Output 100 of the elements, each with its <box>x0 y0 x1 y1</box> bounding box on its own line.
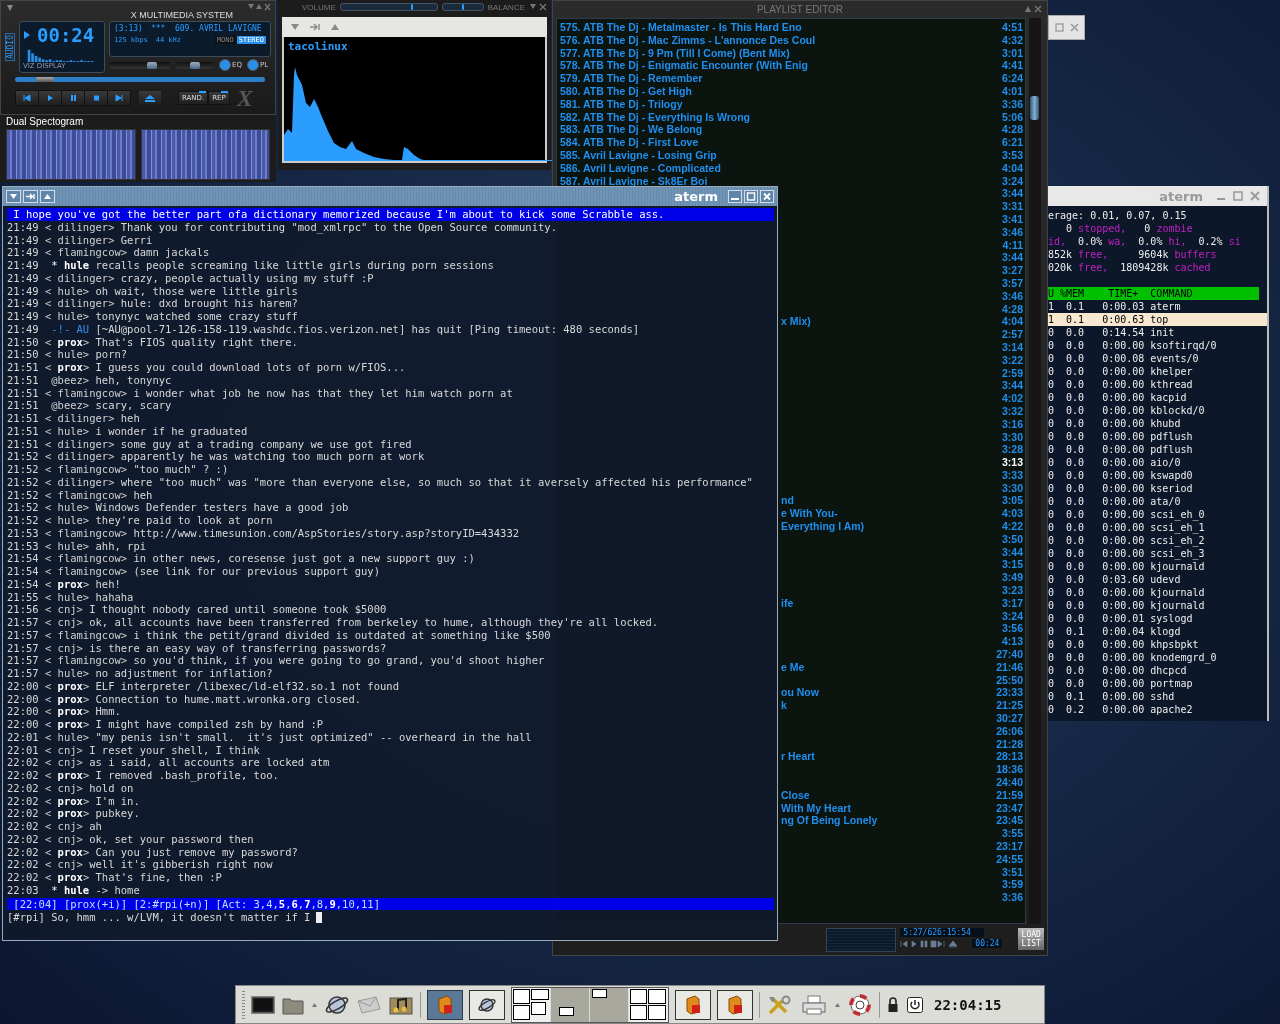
playlist-row[interactable]: ng Of Being Lonely 23:45 <box>781 814 1023 828</box>
playlist-row[interactable]: e With You- 4:03 <box>781 507 1023 521</box>
playlist-row[interactable]: 3:46 <box>781 289 1023 303</box>
process-row[interactable]: 0 0.0 0:00.00 khelper <box>1048 365 1267 378</box>
previous-button[interactable] <box>16 91 38 105</box>
process-row[interactable]: 1 0.1 0:00.63 top <box>1048 313 1267 326</box>
balance-slider[interactable] <box>176 61 214 69</box>
playlist-row[interactable]: ou Now 23:33 <box>781 686 1023 700</box>
playlist-row[interactable]: 21:28 <box>781 737 1023 751</box>
playlist-row[interactable]: 4:11 <box>781 238 1023 252</box>
playlist-row[interactable]: 26:06 <box>781 724 1023 738</box>
process-row[interactable]: 0 0.1 0:00.04 klogd <box>1048 625 1267 638</box>
playlist-row[interactable]: ife 3:17 <box>781 596 1023 610</box>
load-list-button[interactable]: LOAD LIST <box>1018 928 1044 950</box>
playlist-row[interactable]: x Mix) 4:04 <box>781 315 1023 329</box>
monitor-icon[interactable] <box>251 993 275 1016</box>
process-row[interactable]: 0 0.0 0:00.00 scsi_eh_1 <box>1048 521 1267 534</box>
playlist-row[interactable]: Everything I Am) 4:22 <box>781 520 1023 533</box>
playlist-row[interactable]: 584. ATB The Dj - First Love 6:21 <box>560 136 1023 149</box>
balance-slider[interactable] <box>441 3 484 11</box>
playlist-row[interactable]: 3:36 <box>781 891 1023 904</box>
process-row[interactable]: 0 0.0 0:03.60 udevd <box>1048 573 1267 586</box>
scrollbar-thumb[interactable] <box>1030 96 1039 120</box>
process-row[interactable]: 0 0.0 0:00.08 events/0 <box>1048 352 1267 365</box>
playlist-row[interactable]: 3:30 <box>781 481 1023 495</box>
globe-icon[interactable] <box>324 993 350 1016</box>
process-row[interactable]: 0 0.0 0:00.00 scsi_eh_3 <box>1048 547 1267 560</box>
playlist-row[interactable]: 580. ATB The Dj - Get High 4:01 <box>560 85 1023 98</box>
process-row[interactable]: 0 0.0 0:14.54 init <box>1048 326 1267 339</box>
process-row[interactable]: 0 0.0 0:00.00 portmap <box>1048 677 1267 690</box>
lifebuoy-icon[interactable] <box>847 993 873 1016</box>
caret-down-icon[interactable] <box>6 190 21 203</box>
next-button[interactable] <box>108 91 130 105</box>
playlist-row[interactable]: 3:23 <box>781 584 1023 597</box>
caret-up-icon[interactable] <box>330 23 340 31</box>
process-row[interactable]: 0 0.0 0:00.00 khpsbpkt <box>1048 638 1267 651</box>
playlist-row[interactable]: 3:16 <box>781 417 1023 431</box>
workspace-pager[interactable] <box>511 986 669 1023</box>
playlist-row[interactable]: 23:17 <box>781 840 1023 853</box>
input-line[interactable]: [#rpi] So, hmm ... w/LVM, it doesn't matter if I <box>7 911 774 925</box>
playlist-row[interactable]: 3:13 <box>781 456 1023 469</box>
process-row[interactable]: 0 0.0 0:00.00 pdflush <box>1048 430 1267 443</box>
playlist-row[interactable]: 585. Avril Lavigne - Losing Grip 3:53 <box>560 148 1023 162</box>
playlist-row[interactable]: 25:50 <box>781 673 1023 687</box>
toggle-button[interactable] <box>246 59 259 71</box>
process-row[interactable]: 0 0.1 0:00.00 sshd <box>1048 690 1267 703</box>
process-row[interactable]: 0 0.0 0:00.00 pdflush <box>1048 443 1267 456</box>
close-icon[interactable] <box>1250 191 1260 201</box>
stop-button[interactable] <box>85 91 107 105</box>
playlist-row[interactable]: 581. ATB The Dj - Trilogy 3:36 <box>560 97 1023 111</box>
eject-button[interactable] <box>139 91 161 105</box>
playlist-row[interactable]: 586. Avril Lavigne - Complicated 4:04 <box>560 161 1023 175</box>
playlist-row[interactable]: 3:51 <box>781 865 1023 879</box>
playlist-row[interactable]: 30:27 <box>781 712 1023 725</box>
playlist-row[interactable]: 3:56 <box>781 622 1023 636</box>
playlist-row[interactable]: 3:46 <box>781 225 1023 239</box>
window-controls-icon[interactable] <box>247 3 271 11</box>
playlist-row[interactable]: 4:02 <box>781 392 1023 405</box>
playlist-row[interactable]: 3:59 <box>781 878 1023 892</box>
playlist-row[interactable]: 3:44 <box>781 187 1023 201</box>
playlist-row[interactable]: 3:22 <box>781 353 1023 367</box>
taskbar-task[interactable] <box>675 989 711 1020</box>
playlist-row[interactable]: 3:44 <box>781 379 1023 393</box>
process-row[interactable]: 0 0.0 0:00.00 kjournald <box>1048 560 1267 573</box>
taskbar-task[interactable] <box>427 989 463 1020</box>
playlist-row[interactable]: nd 3:05 <box>781 494 1023 508</box>
playlist-row[interactable]: 577. ATB The Dj - 9 Pm (Till I Come) (Bent Mix) 3:01 <box>560 46 1023 60</box>
playlist-row[interactable]: 576. ATB The Dj - Mac Zimms - L'annonce Des Coul 4:32 <box>560 33 1023 47</box>
process-row[interactable]: 0 0.0 0:00.00 kthread <box>1048 378 1267 391</box>
taskbar-task[interactable] <box>469 989 505 1020</box>
playlist-row[interactable]: 27:40 <box>781 648 1023 661</box>
playlist-row[interactable]: 2:57 <box>781 328 1023 341</box>
scrollbar[interactable] <box>1029 18 1041 924</box>
playlist-row[interactable]: 3:44 <box>781 251 1023 265</box>
process-row[interactable]: 0 0.0 0:00.00 dhcpcd <box>1048 664 1267 677</box>
pause-button[interactable] <box>62 91 84 105</box>
playlist-row[interactable]: 3:15 <box>781 558 1023 572</box>
playlist-row[interactable]: 4:28 <box>781 302 1023 316</box>
process-row[interactable]: 0 0.0 0:00.00 ata/0 <box>1048 495 1267 508</box>
playlist-row[interactable]: 3:27 <box>781 264 1023 277</box>
toggle-button[interactable] <box>219 59 231 71</box>
playlist-row[interactable]: 578. ATB The Dj - Enigmatic Encounter (With Enig 4:41 <box>560 59 1023 73</box>
playlist-row[interactable]: 3:41 <box>781 212 1023 226</box>
playlist-row[interactable]: 3:28 <box>781 443 1023 457</box>
playlist-row[interactable]: 3:31 <box>781 200 1023 213</box>
playlist-row[interactable]: 18:36 <box>781 763 1023 776</box>
playlist-row[interactable]: 24:40 <box>781 776 1023 789</box>
playlist-row[interactable]: 3:14 <box>781 340 1023 354</box>
maximize-icon[interactable] <box>1233 191 1243 201</box>
process-row[interactable]: 0 0.0 0:00.01 syslogd <box>1048 612 1267 625</box>
playlist-row[interactable]: Close 21:59 <box>781 788 1023 802</box>
playlist-row[interactable]: 579. ATB The Dj - Remember 6:24 <box>560 72 1023 85</box>
playlist-row[interactable]: With My Heart 23:47 <box>781 801 1023 815</box>
process-row[interactable]: 0 0.0 0:00.00 kswapd0 <box>1048 469 1267 482</box>
process-row[interactable]: 0 0.0 0:00.00 ksoftirqd/0 <box>1048 339 1267 352</box>
process-row[interactable]: 0 0.0 0:00.00 kjournald <box>1048 599 1267 612</box>
caret-down-icon[interactable] <box>290 23 300 31</box>
process-row[interactable]: 1 0.1 0:00.03 aterm <box>1048 300 1267 313</box>
playlist-row[interactable]: 4:13 <box>781 635 1023 649</box>
playlist-row[interactable]: 3:30 <box>781 430 1023 444</box>
